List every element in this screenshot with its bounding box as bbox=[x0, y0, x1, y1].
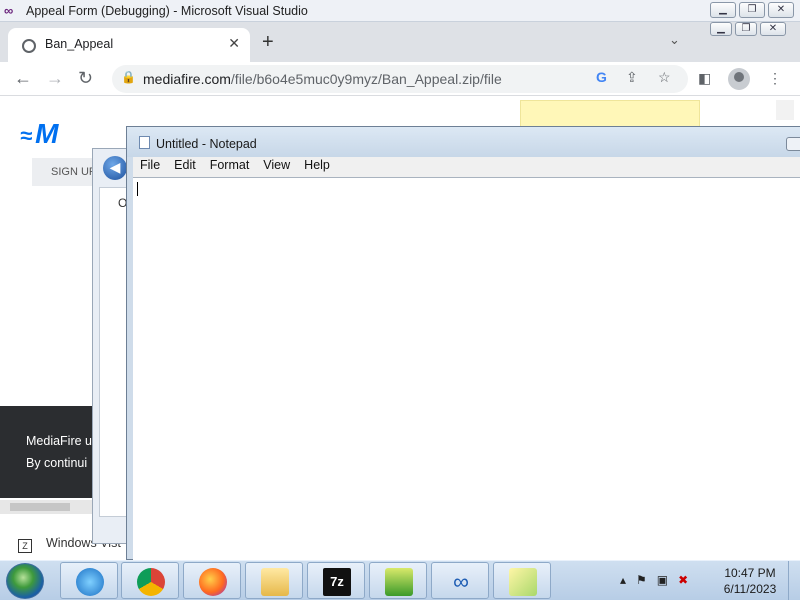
show-desktop-button[interactable] bbox=[788, 561, 800, 600]
mediafire-flame-icon: ≈ bbox=[20, 123, 32, 148]
tab-close-icon[interactable]: ✕ bbox=[228, 35, 240, 52]
browser-minimize-icon[interactable]: ▁ bbox=[710, 22, 732, 36]
flag-icon[interactable]: ⚑ bbox=[636, 573, 647, 587]
globe-icon bbox=[22, 39, 36, 53]
browser-restore-icon[interactable]: ❐ bbox=[735, 22, 757, 36]
url-text: mediafire.com/file/b6o4e5muc0y9myz/Ban_A… bbox=[143, 71, 502, 87]
zip-file-icon: Z bbox=[18, 539, 32, 553]
taskbar-chrome[interactable] bbox=[121, 562, 179, 599]
menu-file[interactable]: File bbox=[133, 157, 167, 177]
notepad-minimize-icon[interactable] bbox=[786, 137, 800, 151]
url-path: /file/b6o4e5muc0y9myz/Ban_Appeal.zip/fil… bbox=[230, 71, 502, 87]
mediafire-logo[interactable]: ≈ M bbox=[20, 118, 58, 150]
lock-icon: 🔒 bbox=[121, 70, 136, 84]
taskbar-sticky-notes[interactable] bbox=[493, 562, 551, 599]
restore-icon[interactable]: ❐ bbox=[739, 2, 765, 18]
menu-view[interactable]: View bbox=[256, 157, 297, 177]
tab-search-chevron-icon[interactable]: ⌄ bbox=[669, 32, 680, 48]
taskbar-internet-explorer[interactable] bbox=[60, 562, 118, 599]
side-panel-icon[interactable]: ◧ bbox=[698, 70, 711, 87]
taskbar-7zip[interactable]: 7z bbox=[307, 562, 365, 599]
network-icon[interactable]: ▣ bbox=[657, 573, 668, 587]
taskbar-file-explorer[interactable] bbox=[245, 562, 303, 599]
tray-expand-icon[interactable]: ▴ bbox=[620, 573, 626, 587]
explorer-back-icon[interactable]: ◀ bbox=[103, 156, 127, 180]
internet-explorer-icon bbox=[76, 568, 104, 596]
checkmark-icon bbox=[385, 568, 413, 596]
tab-title: Ban_Appeal bbox=[45, 37, 114, 51]
notepad-title: Untitled - Notepad bbox=[156, 137, 257, 151]
folder-icon bbox=[261, 568, 289, 596]
page-scrollbar[interactable] bbox=[776, 100, 794, 120]
clock-date: 6/11/2023 bbox=[723, 582, 777, 596]
notepad-titlebar[interactable]: Untitled - Notepad bbox=[127, 127, 800, 157]
visual-studio-icon: ∞ bbox=[4, 3, 14, 18]
profile-avatar[interactable] bbox=[728, 68, 750, 90]
taskbar-firefox[interactable] bbox=[183, 562, 241, 599]
firefox-icon bbox=[199, 568, 227, 596]
banner-line-1: MediaFire u bbox=[26, 434, 92, 448]
browser-tabstrip: Ban_Appeal ✕ + ⌄ ▁ ❐ ✕ bbox=[0, 22, 800, 62]
volume-muted-icon[interactable]: ✖ bbox=[678, 573, 688, 587]
minimize-icon[interactable]: ▁ bbox=[710, 2, 736, 18]
share-icon[interactable]: ⇪ bbox=[626, 69, 638, 86]
visual-studio-taskbar-icon: ∞ bbox=[453, 569, 469, 594]
bookmark-star-icon[interactable]: ☆ bbox=[658, 69, 671, 86]
taskbar-visual-studio[interactable]: ∞ bbox=[431, 562, 489, 599]
kebab-menu-icon[interactable]: ⋮ bbox=[768, 70, 782, 87]
mediafire-logo-text: M bbox=[35, 118, 58, 149]
yellow-popup bbox=[520, 100, 700, 128]
system-tray: ▴ ⚑ ▣ ✖ bbox=[620, 573, 688, 587]
close-icon[interactable]: ✕ bbox=[768, 2, 794, 18]
notepad-window: Untitled - Notepad File Edit Format View… bbox=[126, 126, 800, 561]
explorer-pane: O bbox=[99, 187, 129, 517]
url-host: mediafire.com bbox=[143, 71, 231, 87]
menu-format[interactable]: Format bbox=[203, 157, 257, 177]
forward-arrow-icon[interactable]: → bbox=[46, 67, 64, 89]
address-bar[interactable]: 🔒 mediafire.com/file/b6o4e5muc0y9myz/Ban… bbox=[112, 65, 688, 93]
browser-toolbar: ← → ↻ 🔒 mediafire.com/file/b6o4e5muc0y9m… bbox=[0, 62, 800, 96]
menu-help[interactable]: Help bbox=[297, 157, 337, 177]
taskbar: 7z ∞ ▴ ⚑ ▣ ✖ 10:47 PM 6/11/2023 bbox=[0, 560, 800, 600]
text-caret bbox=[137, 182, 138, 196]
banner-line-2: By continui bbox=[26, 456, 88, 470]
new-tab-button[interactable]: + bbox=[262, 30, 274, 54]
sticky-notes-icon bbox=[509, 568, 537, 596]
7zip-icon: 7z bbox=[323, 568, 351, 596]
browser-tab[interactable]: Ban_Appeal ✕ bbox=[8, 28, 250, 62]
vs-window-title: Appeal Form (Debugging) - Microsoft Visu… bbox=[26, 4, 308, 18]
taskbar-checklist-app[interactable] bbox=[369, 562, 427, 599]
notepad-icon bbox=[139, 136, 150, 149]
scroll-thumb[interactable] bbox=[10, 503, 70, 511]
notepad-menubar: File Edit Format View Help bbox=[133, 157, 800, 177]
visual-studio-titlebar: ∞ Appeal Form (Debugging) - Microsoft Vi… bbox=[0, 0, 800, 22]
notepad-text-area[interactable] bbox=[133, 177, 800, 561]
back-arrow-icon[interactable]: ← bbox=[14, 67, 32, 89]
browser-close-icon[interactable]: ✕ bbox=[760, 22, 786, 36]
chrome-icon bbox=[137, 568, 165, 596]
clock-time: 10:47 PM bbox=[724, 566, 776, 580]
start-button[interactable] bbox=[6, 563, 44, 599]
menu-edit[interactable]: Edit bbox=[167, 157, 203, 177]
system-clock[interactable]: 10:47 PM 6/11/2023 bbox=[720, 565, 780, 597]
reload-icon[interactable]: ↻ bbox=[78, 67, 93, 89]
google-lens-icon[interactable]: G bbox=[596, 69, 607, 85]
horizontal-scrollbar[interactable] bbox=[0, 500, 96, 514]
